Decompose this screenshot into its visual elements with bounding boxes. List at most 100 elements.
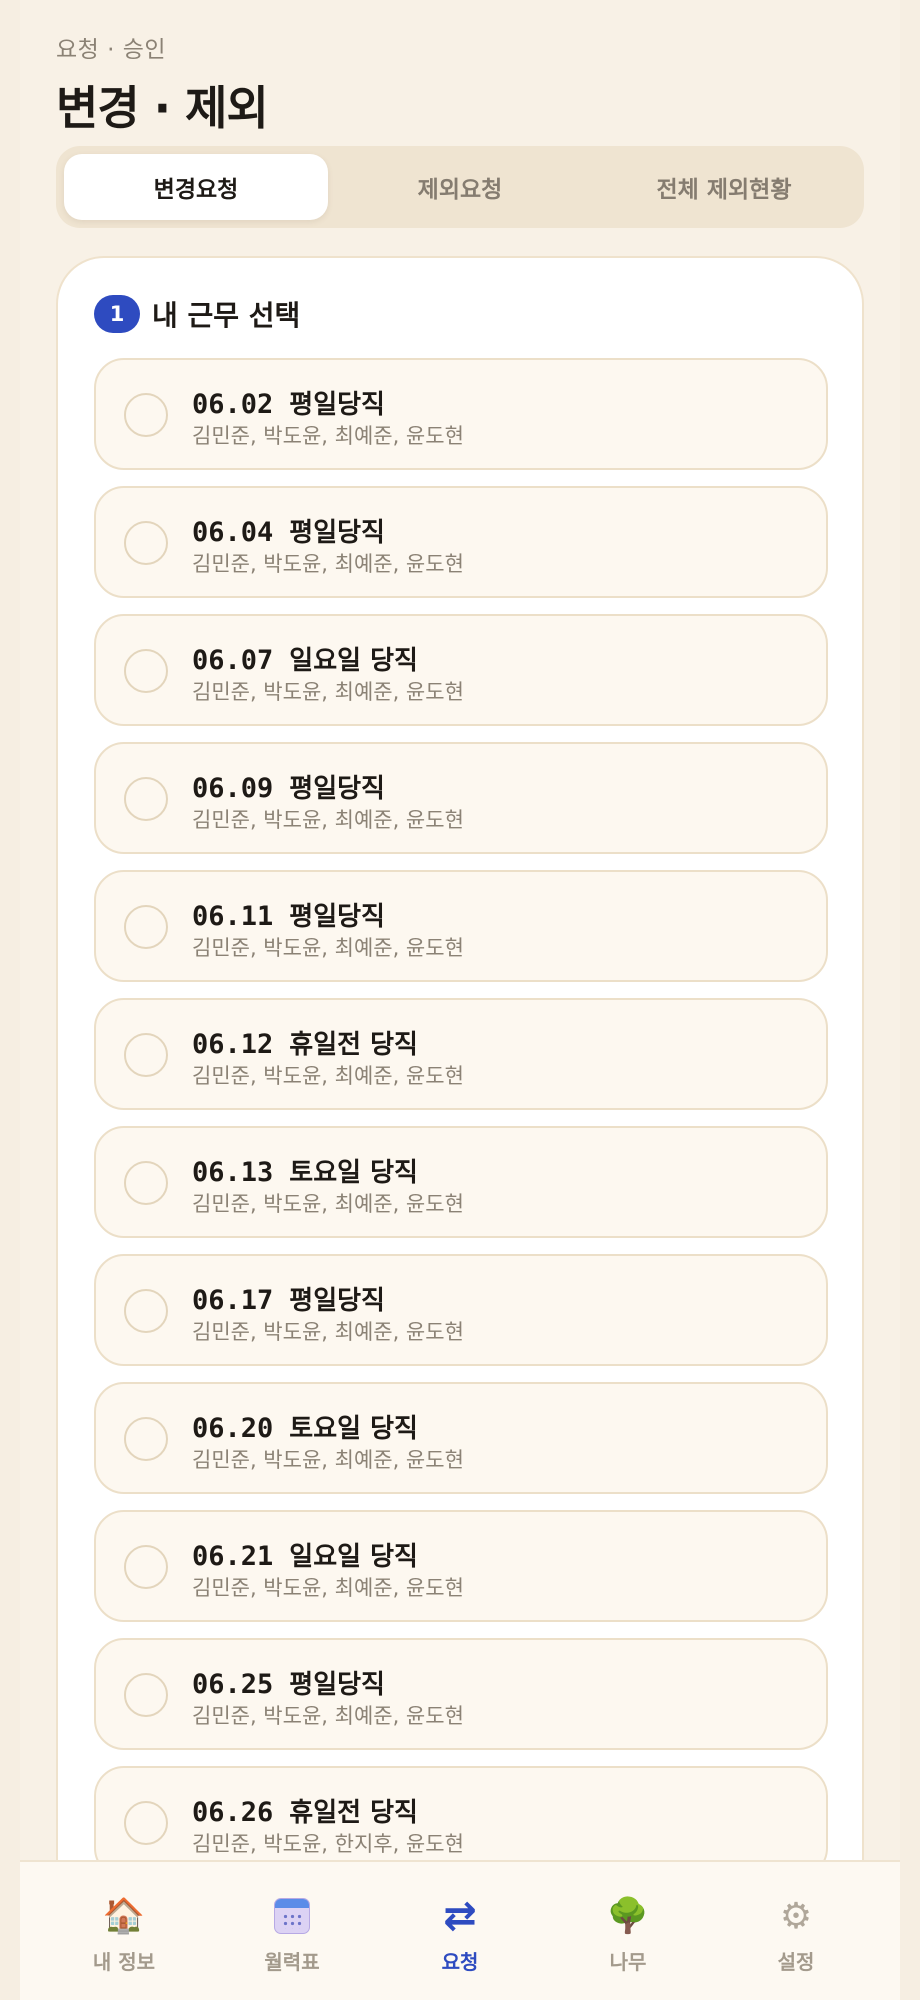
- shift-heading: 06.02 평일당직: [192, 384, 385, 421]
- shift-heading: 06.13 토요일 당직: [192, 1152, 418, 1189]
- shift-item[interactable]: 06.02 평일당직김민준, 박도윤, 최예준, 윤도현: [94, 358, 828, 470]
- radio-button[interactable]: [124, 393, 168, 437]
- shift-members: 김민준, 박도윤, 최예준, 윤도현: [192, 1704, 464, 1728]
- nav-item-house[interactable]: 🏠 내 정보: [40, 1862, 208, 2000]
- shift-item[interactable]: 06.13 토요일 당직김민준, 박도윤, 최예준, 윤도현: [94, 1126, 828, 1238]
- radio-button[interactable]: [124, 1673, 168, 1717]
- page-subtitle: 요청 · 승인: [56, 37, 167, 63]
- shift-type: 평일당직: [289, 774, 385, 804]
- shift-members: 김민준, 박도윤, 최예준, 윤도현: [192, 552, 464, 576]
- nav-item-calendar[interactable]: 월력표: [208, 1862, 376, 2000]
- shift-item[interactable]: 06.11 평일당직김민준, 박도윤, 최예준, 윤도현: [94, 870, 828, 982]
- shift-date: 06.25: [192, 1669, 274, 1700]
- shift-select-card: 1 내 근무 선택 06.02 평일당직 김민준, 박도윤, 최예준, 윤도현 06.…: [56, 256, 864, 2000]
- shift-date: 06.04: [192, 517, 274, 548]
- nav-label: 내 정보: [92, 1950, 156, 1974]
- shift-date: 06.11: [192, 901, 274, 932]
- radio-button[interactable]: [124, 1417, 168, 1461]
- shift-type: 평일당직: [289, 902, 385, 932]
- shift-members: 김민준, 박도윤, 최예준, 윤도현: [192, 680, 464, 704]
- gear-icon: ⚙: [779, 1895, 813, 1937]
- shift-heading: 06.12 휴일전 당직: [192, 1024, 418, 1061]
- section-header: 1 내 근무 선택: [94, 294, 300, 334]
- shift-type: 평일당직: [289, 390, 385, 420]
- shift-heading: 06.26 휴일전 당직: [192, 1792, 418, 1829]
- tab-change-request[interactable]: 변경요청: [64, 154, 328, 220]
- shift-heading: 06.04 평일당직: [192, 512, 385, 549]
- calendar-icon: [274, 1894, 310, 1938]
- shift-heading: 06.11 평일당직: [192, 896, 385, 933]
- shift-item[interactable]: 06.09 평일당직김민준, 박도윤, 최예준, 윤도현: [94, 742, 828, 854]
- shift-type: 평일당직: [289, 1670, 385, 1700]
- shift-date: 06.13: [192, 1157, 274, 1188]
- radio-button[interactable]: [124, 649, 168, 693]
- shift-date: 06.02: [192, 389, 274, 420]
- tab-all-exclusions[interactable]: 전체 제외현황: [592, 154, 856, 220]
- shift-item[interactable]: 06.21 일요일 당직김민준, 박도윤, 최예준, 윤도현: [94, 1510, 828, 1622]
- radio-button[interactable]: [124, 1801, 168, 1845]
- shift-list: 06.02 평일당직 김민준, 박도윤, 최예준, 윤도현 06.04 평일당직 김민준,…: [94, 358, 828, 1894]
- nav-item-tree[interactable]: 🌳 나무: [544, 1862, 712, 2000]
- shift-date: 06.17: [192, 1285, 274, 1316]
- radio-button[interactable]: [124, 1545, 168, 1589]
- nav-label: 설정: [777, 1950, 815, 1974]
- shift-date: 06.09: [192, 773, 274, 804]
- shift-item[interactable]: 06.07 일요일 당직김민준, 박도윤, 최예준, 윤도현: [94, 614, 828, 726]
- nav-label: 나무: [609, 1950, 647, 1974]
- shift-date: 06.20: [192, 1413, 274, 1444]
- bottom-nav: 🏠 내 정보 월력표 ⇄ 요청 🌳 나무 ⚙ 설정: [20, 1860, 900, 2000]
- section-title: 내 근무 선택: [152, 299, 301, 332]
- shift-item[interactable]: 06.25 평일당직김민준, 박도윤, 최예준, 윤도현: [94, 1638, 828, 1750]
- step-badge: 1: [94, 295, 140, 333]
- radio-button[interactable]: [124, 1033, 168, 1077]
- tab-bar: 변경요청 제외요청 전체 제외현황: [56, 146, 864, 228]
- shift-heading: 06.20 토요일 당직: [192, 1408, 418, 1445]
- shift-members: 김민준, 박도윤, 최예준, 윤도현: [192, 1576, 464, 1600]
- shift-type: 평일당직: [289, 518, 385, 548]
- house-icon: 🏠: [102, 1896, 146, 1936]
- nav-item-swap-arrows[interactable]: ⇄ 요청: [376, 1862, 544, 2000]
- shift-members: 김민준, 박도윤, 최예준, 윤도현: [192, 1192, 464, 1216]
- shift-type: 휴일전 당직: [289, 1030, 418, 1060]
- shift-item[interactable]: 06.04 평일당직김민준, 박도윤, 최예준, 윤도현: [94, 486, 828, 598]
- radio-button[interactable]: [124, 1161, 168, 1205]
- shift-members: 김민준, 박도윤, 한지후, 윤도현: [192, 1832, 464, 1856]
- shift-members: 김민준, 박도윤, 최예준, 윤도현: [192, 1320, 464, 1344]
- shift-date: 06.07: [192, 645, 274, 676]
- shift-heading: 06.09 평일당직: [192, 768, 385, 805]
- shift-type: 휴일전 당직: [289, 1798, 418, 1828]
- swap-arrows-icon: ⇄: [443, 1893, 477, 1939]
- shift-date: 06.21: [192, 1541, 274, 1572]
- shift-heading: 06.21 일요일 당직: [192, 1536, 418, 1573]
- shift-type: 토요일 당직: [289, 1414, 418, 1444]
- shift-type: 토요일 당직: [289, 1158, 418, 1188]
- nav-label: 월력표: [264, 1950, 320, 1974]
- nav-item-gear[interactable]: ⚙ 설정: [712, 1862, 880, 2000]
- shift-item[interactable]: 06.17 평일당직김민준, 박도윤, 최예준, 윤도현: [94, 1254, 828, 1366]
- radio-button[interactable]: [124, 1289, 168, 1333]
- shift-date: 06.26: [192, 1797, 274, 1828]
- tab-exclusion-request[interactable]: 제외요청: [328, 154, 592, 220]
- shift-type: 일요일 당직: [289, 1542, 418, 1572]
- shift-members: 김민준, 박도윤, 최예준, 윤도현: [192, 1064, 464, 1088]
- app-screen: 요청 · 승인 변경 · 제외 변경요청 제외요청 전체 제외현황 1 내 근무…: [20, 0, 900, 2000]
- tree-icon: 🌳: [606, 1896, 650, 1936]
- nav-label: 요청: [441, 1950, 479, 1974]
- shift-heading: 06.17 평일당직: [192, 1280, 385, 1317]
- shift-members: 김민준, 박도윤, 최예준, 윤도현: [192, 808, 464, 832]
- radio-button[interactable]: [124, 777, 168, 821]
- shift-date: 06.12: [192, 1029, 274, 1060]
- shift-heading: 06.07 일요일 당직: [192, 640, 418, 677]
- shift-item[interactable]: 06.12 휴일전 당직김민준, 박도윤, 최예준, 윤도현: [94, 998, 828, 1110]
- shift-item[interactable]: 06.20 토요일 당직김민준, 박도윤, 최예준, 윤도현: [94, 1382, 828, 1494]
- shift-members: 김민준, 박도윤, 최예준, 윤도현: [192, 936, 464, 960]
- radio-button[interactable]: [124, 521, 168, 565]
- shift-type: 평일당직: [289, 1286, 385, 1316]
- page-title: 변경 · 제외: [56, 81, 269, 135]
- shift-heading: 06.25 평일당직: [192, 1664, 385, 1701]
- shift-type: 일요일 당직: [289, 646, 418, 676]
- shift-members: 김민준, 박도윤, 최예준, 윤도현: [192, 1448, 464, 1472]
- shift-members: 김민준, 박도윤, 최예준, 윤도현: [192, 424, 464, 448]
- page-header: 요청 · 승인 변경 · 제외: [56, 30, 269, 138]
- radio-button[interactable]: [124, 905, 168, 949]
